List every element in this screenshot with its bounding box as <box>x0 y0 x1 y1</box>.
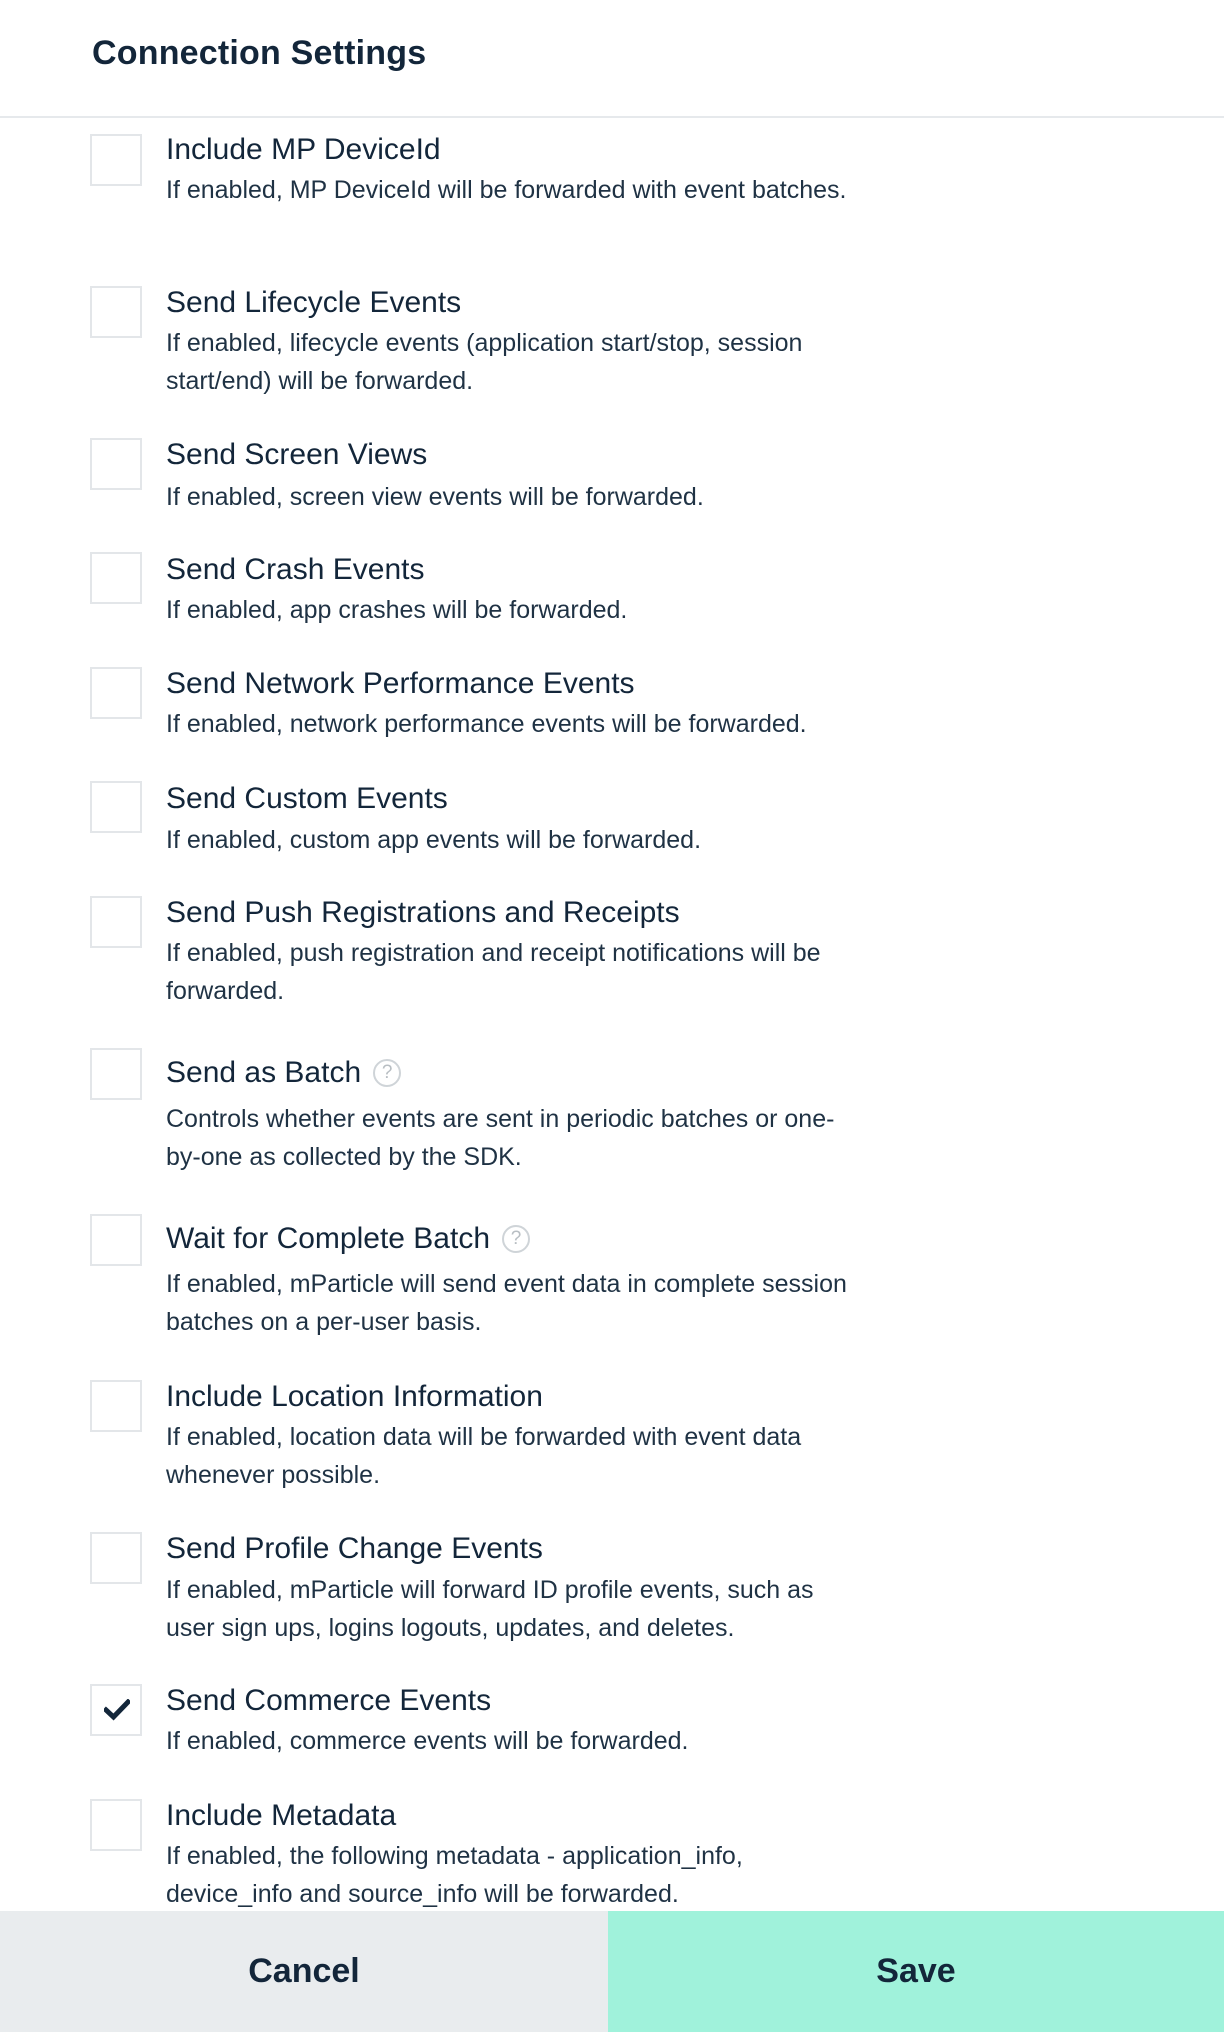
checkbox-wait-for-complete-batch[interactable] <box>90 1214 142 1266</box>
setting-title: Send as Batch <box>166 1056 362 1089</box>
setting-description: If enabled, commerce events will be forw… <box>166 1727 689 1755</box>
checkbox-send-custom-events[interactable] <box>90 781 142 833</box>
checkbox-send-lifecycle-events[interactable] <box>90 286 142 338</box>
settings-list[interactable]: Include MP DeviceId If enabled, MP Devic… <box>0 118 1224 1911</box>
checkbox-send-screen-views[interactable] <box>90 438 142 490</box>
checkbox-include-mp-deviceid[interactable] <box>90 134 142 186</box>
setting-description: If enabled, mParticle will send event da… <box>166 1270 847 1336</box>
checkbox-send-push-registrations[interactable] <box>90 896 142 948</box>
setting-description: If enabled, custom app events will be fo… <box>166 826 702 854</box>
modal-footer: Cancel Save <box>0 1911 1224 2032</box>
setting-description: If enabled, location data will be forwar… <box>166 1423 802 1489</box>
modal-header: Connection Settings <box>0 0 1224 118</box>
checkbox-include-location-information[interactable] <box>90 1380 142 1432</box>
checkbox-include-metadata[interactable] <box>90 1799 142 1851</box>
setting-description: If enabled, network performance events w… <box>166 710 807 738</box>
setting-title: Send Screen Views <box>166 438 428 471</box>
checkbox-send-profile-change-events[interactable] <box>90 1532 142 1584</box>
setting-description: If enabled, push registration and receip… <box>166 939 821 1005</box>
setting-description: If enabled, mParticle will forward ID pr… <box>166 1576 814 1642</box>
setting-title: Send Commerce Events <box>166 1684 492 1717</box>
setting-description: If enabled, the following metadata - app… <box>166 1842 743 1908</box>
setting-title: Send Crash Events <box>166 553 425 586</box>
setting-description: If enabled, lifecycle events (applicatio… <box>166 329 803 395</box>
setting-description: If enabled, app crashes will be forwarde… <box>166 596 628 624</box>
checkbox-send-network-performance-events[interactable] <box>90 667 142 719</box>
setting-description: If enabled, screen view events will be f… <box>166 483 704 511</box>
checkbox-send-as-batch[interactable] <box>90 1048 142 1100</box>
setting-title: Send Profile Change Events <box>166 1532 543 1565</box>
setting-title: Send Custom Events <box>166 782 448 815</box>
page-title: Connection Settings <box>92 34 427 72</box>
help-icon[interactable]: ? <box>502 1225 531 1253</box>
save-button[interactable]: Save <box>608 1911 1224 2032</box>
setting-description: If enabled, MP DeviceId will be forwarde… <box>166 176 847 204</box>
help-icon[interactable]: ? <box>373 1059 402 1087</box>
setting-title: Send Network Performance Events <box>166 667 635 700</box>
setting-title: Wait for Complete Batch <box>166 1222 491 1255</box>
setting-title: Send Push Registrations and Receipts <box>166 896 680 929</box>
cancel-button[interactable]: Cancel <box>0 1911 608 2032</box>
setting-title: Include Metadata <box>166 1799 397 1832</box>
checkbox-send-commerce-events[interactable] <box>90 1684 142 1736</box>
checkbox-send-crash-events[interactable] <box>90 552 142 604</box>
setting-title: Include Location Information <box>166 1380 543 1413</box>
checkmark-icon <box>104 1699 130 1721</box>
setting-title: Send Lifecycle Events <box>166 286 462 319</box>
setting-description: Controls whether events are sent in peri… <box>166 1105 835 1171</box>
setting-title: Include MP DeviceId <box>166 133 441 166</box>
